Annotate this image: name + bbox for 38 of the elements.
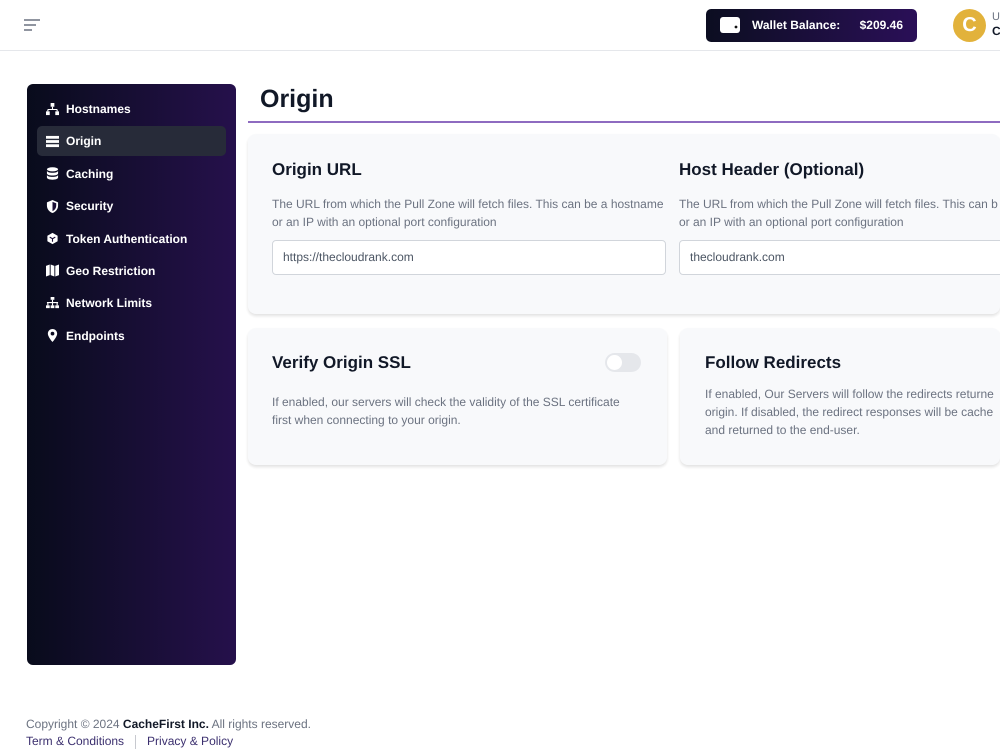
server-icon xyxy=(46,134,59,148)
sidebar-item[interactable]: Caching xyxy=(37,158,226,189)
field-label: Host Header (Optional) xyxy=(679,160,866,181)
database-icon xyxy=(46,167,59,180)
sidebar-item[interactable]: Security xyxy=(37,191,226,222)
cube-icon xyxy=(46,232,59,246)
sidebar-item[interactable]: Hostnames xyxy=(37,94,226,124)
text-input[interactable]: https://thecloudrank.com xyxy=(272,240,666,275)
setting-title: Verify Origin SSL xyxy=(272,352,411,374)
user-role: U xyxy=(992,11,1000,24)
field-description: The URL from which the Pull Zone will fetch files. This can be a hostname or an IP with an optional port configuration xyxy=(272,196,665,231)
map-icon xyxy=(46,264,59,278)
setting-description: If enabled, our servers will check the validity of the SSL certificate first when connecting to your origin. xyxy=(272,394,621,430)
menu-icon[interactable] xyxy=(24,19,40,31)
field-label: Origin URL xyxy=(272,160,363,181)
field-description: The URL from which the Pull Zone will fetch files. This can b or an IP with an optional port configuration xyxy=(679,196,999,231)
sidebar-item[interactable]: Geo Restriction xyxy=(37,256,226,286)
page-title: Origin xyxy=(260,84,335,115)
terms-link[interactable]: Term & Conditions xyxy=(26,733,124,750)
sidebar-item[interactable]: Endpoints xyxy=(37,320,226,351)
sidebar-item[interactable]: Token Authentication xyxy=(37,224,226,254)
wallet-balance-button[interactable]: Wallet Balance: $209.46 xyxy=(706,8,917,42)
toggle-switch[interactable] xyxy=(605,353,641,372)
wallet-icon xyxy=(720,17,740,33)
copyright-text: Copyright © 2024 CacheFirst Inc. All rights reserved. xyxy=(26,716,312,733)
pin-icon xyxy=(46,329,59,342)
user-name: C xyxy=(992,24,1000,39)
sidebar-item[interactable]: Origin xyxy=(37,126,226,156)
network-icon xyxy=(46,296,59,310)
shield-icon xyxy=(46,200,59,213)
privacy-link[interactable]: Privacy & Policy xyxy=(147,733,234,750)
wallet-amount: $209.46 xyxy=(860,17,903,34)
setting-title: Follow Redirects xyxy=(705,352,842,374)
sitemap-icon xyxy=(46,102,59,116)
setting-description: If enabled, Our Servers will follow the redirects returne origin. If disabled, the redirect responses will be cache and returned to the end-user. xyxy=(705,386,995,440)
sidebar-item[interactable]: Network Limits xyxy=(37,288,226,318)
text-input[interactable]: thecloudrank.com xyxy=(679,240,1000,275)
wallet-label: Wallet Balance: xyxy=(752,17,840,34)
